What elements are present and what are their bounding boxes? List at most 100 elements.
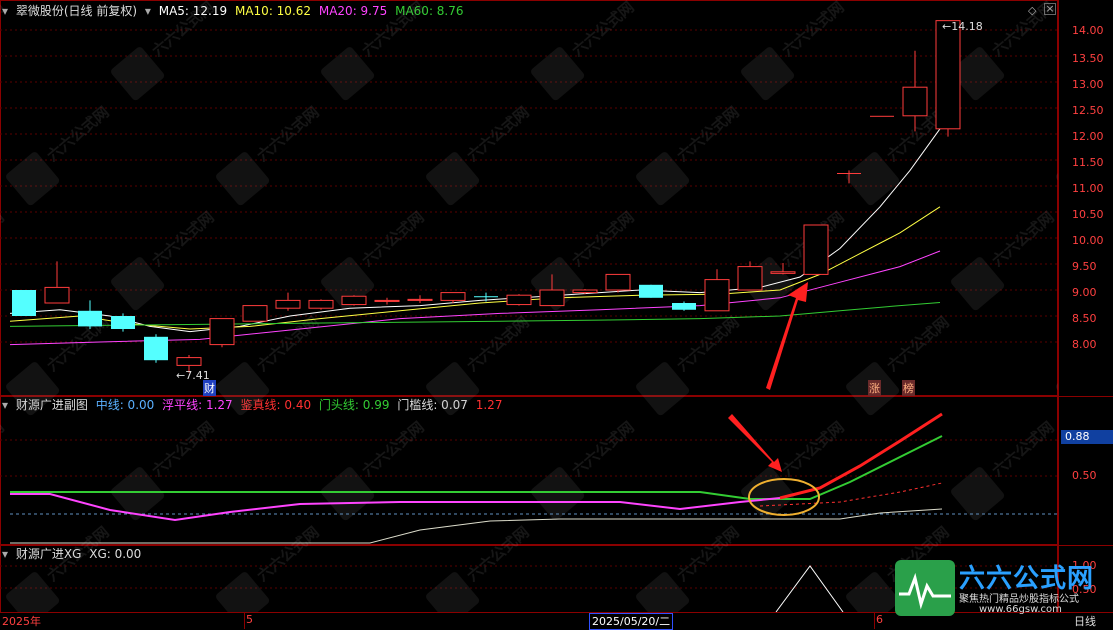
watermark-tile: 六六公式网 — [111, 0, 218, 101]
candle-body — [737, 266, 763, 291]
watermark-tile: 六六公式网 — [951, 0, 1058, 101]
candle-body — [572, 289, 598, 294]
candle-body — [242, 305, 268, 322]
y-tick: 9.50 — [1072, 260, 1097, 273]
zhang-badge[interactable]: 涨 — [868, 380, 881, 396]
watermark-logo — [1056, 362, 1058, 416]
candle — [803, 224, 829, 275]
x-tick-month: 6 — [876, 613, 883, 626]
watermark-text: 六六公式网 — [569, 0, 638, 60]
watermark-text: 六六公式网 — [149, 208, 218, 270]
watermark-tile: 六六公式网 — [531, 418, 638, 521]
watermark-text: 六六公式网 — [674, 103, 743, 165]
watermark-text: 六六公式网 — [779, 0, 848, 60]
watermark-tile: 六六公式网 — [0, 0, 8, 60]
candle-body — [935, 20, 961, 130]
candle — [144, 334, 168, 363]
candle — [870, 115, 894, 117]
cursor-date-label: 2025/05/20/二 — [589, 613, 674, 630]
candle — [605, 273, 631, 293]
high-marker-value: 14.18 — [951, 20, 983, 33]
watermark-text: 六六公式网 — [149, 0, 218, 60]
candle — [704, 269, 730, 312]
candle-body — [111, 316, 135, 329]
y-tick: 11.00 — [1072, 182, 1104, 195]
watermark-tile: 六六公式网 — [216, 103, 323, 206]
chart-canvas: 六六公式网 六六公式网 六六公式网 六六公式网 六六公式网 六六公式网六六公式网 六六公式网… — [0, 0, 1058, 612]
logo-pulse — [899, 572, 951, 610]
y-tick: 8.50 — [1072, 312, 1097, 325]
candle-body — [837, 173, 861, 174]
brand-slogan: 聚焦热门精品炒股指标公式 — [959, 594, 1079, 605]
watermark-tile: 六六公式网 — [426, 313, 533, 416]
candle-body — [374, 299, 400, 302]
candle-body — [770, 271, 796, 274]
watermark-text: 六六公式网 — [0, 208, 8, 270]
y-tick: 13.50 — [1072, 52, 1104, 65]
x-divider — [244, 613, 245, 629]
watermark-text: 六六公式网 — [44, 523, 113, 585]
bang-badge[interactable]: 榜 — [902, 380, 915, 396]
y-tick: 9.00 — [1072, 286, 1097, 299]
watermark-tile: 六六公式网 — [1056, 152, 1058, 206]
brand-logo: 六六公式网 聚焦热门精品炒股指标公式 www.66gsw.com — [895, 560, 1113, 616]
candle — [672, 301, 696, 311]
watermark-tile: 六六公式网 — [321, 0, 428, 101]
x-divider — [874, 613, 875, 629]
y-tick: 14.00 — [1072, 24, 1104, 37]
watermark-tile: 六六公式网 — [321, 418, 428, 521]
watermark-tile: 六六公式网 — [741, 418, 848, 521]
candle-body — [78, 310, 102, 327]
sub2-lines — [775, 565, 844, 612]
high-marker: ←14.18 — [942, 20, 983, 33]
candle-body — [902, 86, 928, 117]
watermark-tile: 六六公式网 — [6, 523, 113, 612]
y-tick: 12.00 — [1072, 130, 1104, 143]
red-arrow-down — [728, 414, 782, 472]
candle-body — [44, 286, 70, 304]
candle-body — [870, 115, 894, 117]
watermark-text: 六六公式网 — [674, 523, 743, 585]
y-tick: 12.50 — [1072, 104, 1104, 117]
watermark-text: 六六公式网 — [884, 313, 953, 375]
sub1-lines — [10, 412, 1058, 544]
watermark-tile: 六六公式网 — [216, 523, 323, 612]
x-tick-month: 5 — [246, 613, 253, 626]
watermark-text: 六六公式网 — [464, 103, 533, 165]
watermark-text: 六六公式网 — [464, 523, 533, 585]
watermark-text: 六六公式网 — [569, 418, 638, 480]
watermark-text: 六六公式网 — [779, 418, 848, 480]
candle-body — [474, 296, 498, 298]
candle — [407, 295, 433, 303]
watermark-text: 六六公式网 — [44, 103, 113, 165]
candle-body — [440, 292, 466, 301]
logo-icon — [895, 560, 955, 616]
candle — [341, 295, 367, 306]
watermark-tile: 六六公式网 — [6, 313, 113, 416]
candle-body — [704, 279, 730, 312]
watermark-text: 六六公式网 — [989, 208, 1058, 270]
candle-body — [144, 336, 168, 361]
watermark-tile: 六六公式网 — [111, 208, 218, 311]
watermark-tile: 六六公式网 — [951, 208, 1058, 311]
sub1-current-value: 0.88 — [1061, 430, 1113, 444]
candle — [308, 299, 334, 310]
y-tick: 8.00 — [1072, 338, 1097, 351]
y-tick: 13.00 — [1072, 78, 1104, 91]
candle-body — [407, 298, 433, 301]
candle — [506, 294, 532, 306]
cai-badge[interactable]: 财 — [203, 380, 216, 396]
candle-body — [341, 295, 367, 306]
watermark-text: 六六公式网 — [359, 418, 428, 480]
candle-body — [803, 224, 829, 275]
watermark-text: 六六公式网 — [989, 418, 1058, 480]
y-tick: 10.00 — [1072, 234, 1104, 247]
candle-body — [506, 294, 532, 306]
x-tick-year: 2025年 — [2, 615, 41, 628]
candle-body — [672, 303, 696, 310]
watermark-text: 六六公式网 — [569, 208, 638, 270]
watermark-tile: 六六公式网 — [0, 418, 8, 480]
sub1-y-tick: 0.50 — [1072, 469, 1097, 482]
watermark-text: 六六公式网 — [674, 313, 743, 375]
watermark-text: 六六公式网 — [149, 418, 218, 480]
